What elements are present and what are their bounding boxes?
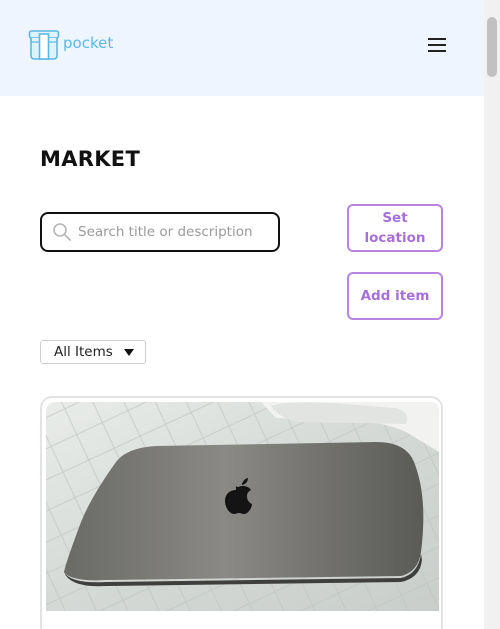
search-box (40, 212, 280, 252)
hamburger-menu-icon[interactable] (428, 37, 448, 53)
site-header: pocket (0, 0, 484, 96)
page-title: MARKET (40, 147, 141, 171)
scrollbar-thumb[interactable] (487, 17, 497, 77)
laptop-photo (46, 402, 439, 611)
search-icon (53, 223, 71, 241)
logo-text: pocket (63, 34, 114, 52)
logo-link[interactable]: pocket (28, 29, 113, 61)
category-filter-select[interactable]: All Items (40, 340, 146, 364)
caret-down-icon (124, 349, 134, 356)
set-location-button[interactable]: Set location (347, 204, 443, 252)
page-scrollbar[interactable] (484, 0, 500, 629)
pocket-logo-icon (28, 30, 60, 60)
market-item-card[interactable] (40, 396, 443, 629)
item-photo[interactable] (46, 402, 439, 611)
filter-selected-value: All Items (54, 344, 113, 360)
menu-line (428, 50, 446, 52)
menu-line (428, 44, 446, 46)
menu-line (428, 38, 446, 40)
add-item-button[interactable]: Add item (347, 272, 443, 320)
search-input[interactable] (78, 224, 268, 240)
